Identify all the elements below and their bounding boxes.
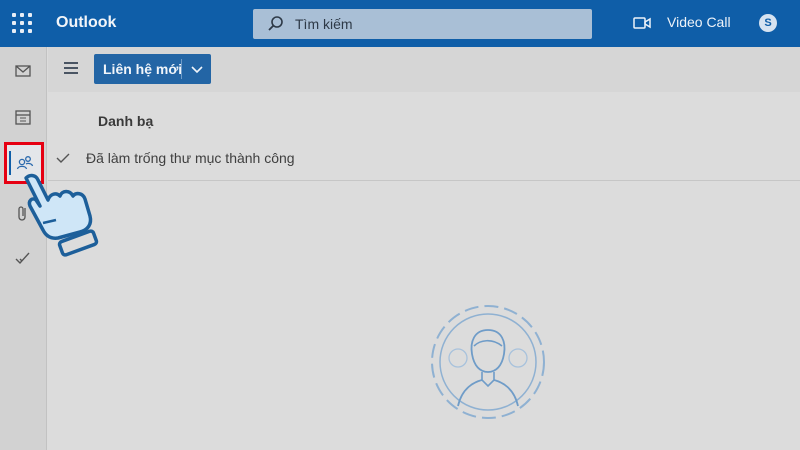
rail-item-calendar[interactable] [0,97,47,137]
search-icon [268,16,283,31]
main-content: Liên hệ mới Danh bạ Đã làm trống thư mục… [48,47,800,450]
video-call-button[interactable]: Video Call [667,14,731,30]
new-contact-label: Liên hệ mới [103,61,183,77]
command-bar: Liên hệ mới [48,47,800,92]
app-launcher-icon[interactable] [12,13,32,33]
status-message: Đã làm trống thư mục thành công [86,150,295,166]
page-title: Danh bạ [98,113,154,129]
mail-icon [15,65,31,77]
hamburger-menu-icon[interactable] [64,62,78,74]
new-contact-button[interactable]: Liên hệ mới [94,54,211,84]
top-bar: Outlook Tìm kiếm Video Call S [0,0,800,47]
empty-contacts-illustration-icon [431,305,545,419]
checkmark-icon [56,153,70,163]
pointing-hand-icon [24,173,99,257]
chevron-down-icon[interactable] [190,62,204,76]
search-box[interactable]: Tìm kiếm [253,9,592,39]
skype-icon[interactable]: S [759,14,777,32]
divider [48,180,800,181]
app-title[interactable]: Outlook [56,14,116,32]
calendar-icon [15,110,31,125]
active-indicator [9,151,11,175]
search-placeholder: Tìm kiếm [295,16,353,32]
video-call-icon[interactable] [633,16,651,30]
rail-item-mail[interactable] [0,51,47,91]
split-divider [181,59,182,79]
